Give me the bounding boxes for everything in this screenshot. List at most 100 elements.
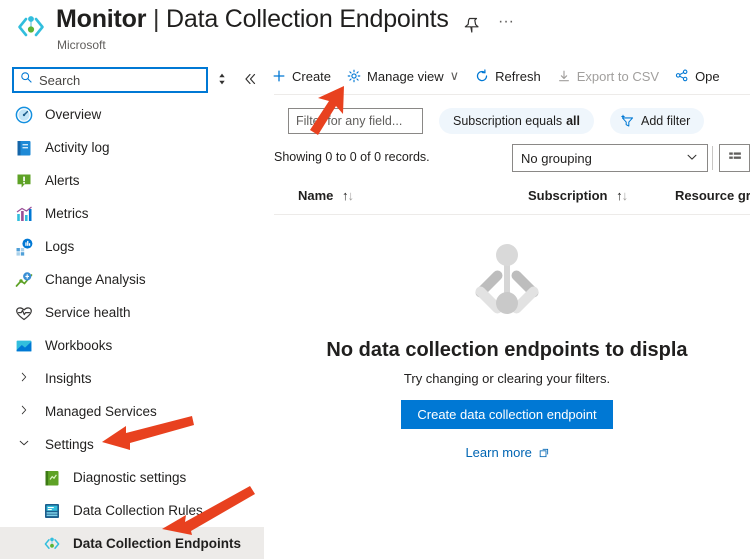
sidebar-group-settings[interactable]: Settings [0, 428, 264, 461]
sidebar-item-label: Alerts [45, 173, 80, 188]
create-button[interactable]: Create [264, 60, 339, 92]
sidebar-item-alerts[interactable]: Alerts [0, 164, 264, 197]
create-data-collection-endpoint-button[interactable]: Create data collection endpoint [401, 400, 613, 429]
sidebar-item-service-health[interactable]: Service health [0, 296, 264, 329]
monitor-endpoints-icon [14, 10, 48, 44]
column-label: Subscription [528, 188, 608, 203]
subscription-filter-value: all [566, 114, 581, 128]
chevron-down-icon [685, 150, 699, 167]
plus-icon [272, 69, 286, 83]
grouping-dropdown[interactable]: No grouping [512, 144, 708, 172]
toolbar-divider [712, 146, 713, 170]
gauge-icon [14, 105, 34, 125]
sidebar-item-label: Activity log [45, 140, 110, 155]
sidebar-item-data-collection-rules[interactable]: Data Collection Rules [0, 494, 264, 527]
sidebar-item-workbooks[interactable]: Workbooks [0, 329, 264, 362]
search-container: Search [12, 67, 208, 93]
open-query-button[interactable]: Ope [667, 60, 728, 92]
diagnostic-settings-icon [42, 468, 62, 488]
add-filter-icon [620, 114, 635, 129]
sidebar-item-logs[interactable]: Logs [0, 230, 264, 263]
ellipsis-icon[interactable]: ··· [494, 13, 518, 37]
sort-toggle-icon[interactable] [212, 70, 232, 90]
column-label: Resource gr [675, 188, 750, 203]
sidebar-item-label: Service health [45, 305, 131, 320]
table-header-divider [274, 214, 750, 215]
share-nodes-icon [675, 69, 689, 83]
column-header-name[interactable]: Name ↑↓ [298, 188, 354, 203]
field-filter-input[interactable]: Filter for any field... [288, 108, 423, 134]
data-collection-rules-icon [42, 501, 62, 521]
command-bar: Create Manage view ∨ Refresh Export to C… [264, 58, 750, 94]
chevron-down-icon [14, 436, 34, 453]
download-icon [557, 69, 571, 83]
list-view-icon [727, 148, 743, 169]
filter-bar: Filter for any field... Subscription equ… [264, 106, 750, 136]
sidebar-item-label: Metrics [45, 206, 89, 221]
heart-pulse-icon [14, 303, 34, 323]
chevron-right-icon [14, 403, 34, 420]
sidebar-group-label: Insights [45, 371, 92, 386]
column-header-resource-group[interactable]: Resource gr [675, 188, 750, 203]
sidebar-item-data-collection-endpoints[interactable]: Data Collection Endpoints [0, 527, 264, 559]
open-query-label: Ope [695, 68, 720, 84]
sidebar-group-label: Managed Services [45, 404, 157, 419]
column-header-subscription[interactable]: Subscription ↑↓ [528, 188, 628, 203]
sort-arrows-icon: ↑↓ [616, 188, 628, 203]
sidebar-item-metrics[interactable]: Metrics [0, 197, 264, 230]
refresh-label: Refresh [495, 68, 541, 84]
grouping-bar: Showing 0 to 0 of 0 records. No grouping [264, 144, 750, 174]
sidebar-item-label: Overview [45, 107, 102, 122]
sidebar-item-change-analysis[interactable]: Change Analysis [0, 263, 264, 296]
azure-portal-screen: Monitor | Data Collection Endpoints Micr… [0, 0, 750, 559]
empty-state: No data collection endpoints to displa T… [264, 233, 750, 460]
list-view-toggle[interactable] [719, 144, 750, 172]
sidebar: Search Overview Activity log Alerts Metr… [0, 58, 264, 559]
export-to-csv-button: Export to CSV [549, 60, 667, 92]
records-count-text: Showing 0 to 0 of 0 records. [274, 150, 430, 164]
refresh-button[interactable]: Refresh [467, 60, 549, 92]
subscription-filter-pill[interactable]: Subscription equals all [439, 108, 595, 134]
sidebar-item-label: Data Collection Rules [73, 503, 203, 518]
title-separator: | [153, 5, 160, 33]
search-placeholder: Search [39, 72, 81, 88]
subscription-filter-prefix: Subscription equals [453, 114, 563, 128]
workbooks-icon [14, 336, 34, 356]
page-header: Monitor | Data Collection Endpoints Micr… [0, 0, 750, 58]
search-icon [20, 71, 33, 89]
sidebar-item-label: Workbooks [45, 338, 113, 353]
search-input[interactable]: Search [12, 67, 208, 93]
manage-view-label: Manage view [367, 68, 444, 84]
sidebar-item-label: Diagnostic settings [73, 470, 187, 485]
page-subtitle: Microsoft [57, 38, 106, 52]
collapse-chevrons-icon[interactable] [240, 70, 260, 90]
chevron-down-icon: ∨ [449, 68, 460, 83]
book-icon [14, 138, 34, 158]
add-filter-label: Add filter [641, 114, 691, 128]
sort-arrows-icon: ↑↓ [342, 188, 354, 203]
external-link-icon [539, 448, 549, 460]
title-page: Data Collection Endpoints [166, 5, 449, 33]
sidebar-group-insights[interactable]: Insights [0, 362, 264, 395]
page-title: Monitor | Data Collection Endpoints [56, 5, 449, 34]
alert-bell-icon [14, 171, 34, 191]
sidebar-group-label: Settings [45, 437, 94, 452]
manage-view-button[interactable]: Manage view ∨ [339, 60, 467, 92]
learn-more-label: Learn more [465, 445, 532, 460]
export-label: Export to CSV [576, 68, 660, 84]
endpoint-brackets-icon [448, 233, 566, 329]
title-service: Monitor [56, 5, 147, 33]
pin-icon[interactable] [460, 13, 484, 37]
sidebar-item-label: Data Collection Endpoints [73, 536, 242, 551]
sidebar-group-managed-services[interactable]: Managed Services [0, 395, 264, 428]
sidebar-nav: Overview Activity log Alerts Metrics Log… [0, 98, 264, 559]
data-collection-endpoints-icon [42, 534, 62, 554]
sidebar-item-diagnostic-settings[interactable]: Diagnostic settings [0, 461, 264, 494]
logs-icon [14, 237, 34, 257]
table-header: Name ↑↓ Subscription ↑↓ Resource gr [264, 184, 750, 215]
sidebar-item-activity-log[interactable]: Activity log [0, 131, 264, 164]
add-filter-button[interactable]: Add filter [610, 108, 705, 134]
create-label: Create [292, 68, 332, 84]
sidebar-item-overview[interactable]: Overview [0, 98, 264, 131]
learn-more-link[interactable]: Learn more [264, 445, 750, 460]
